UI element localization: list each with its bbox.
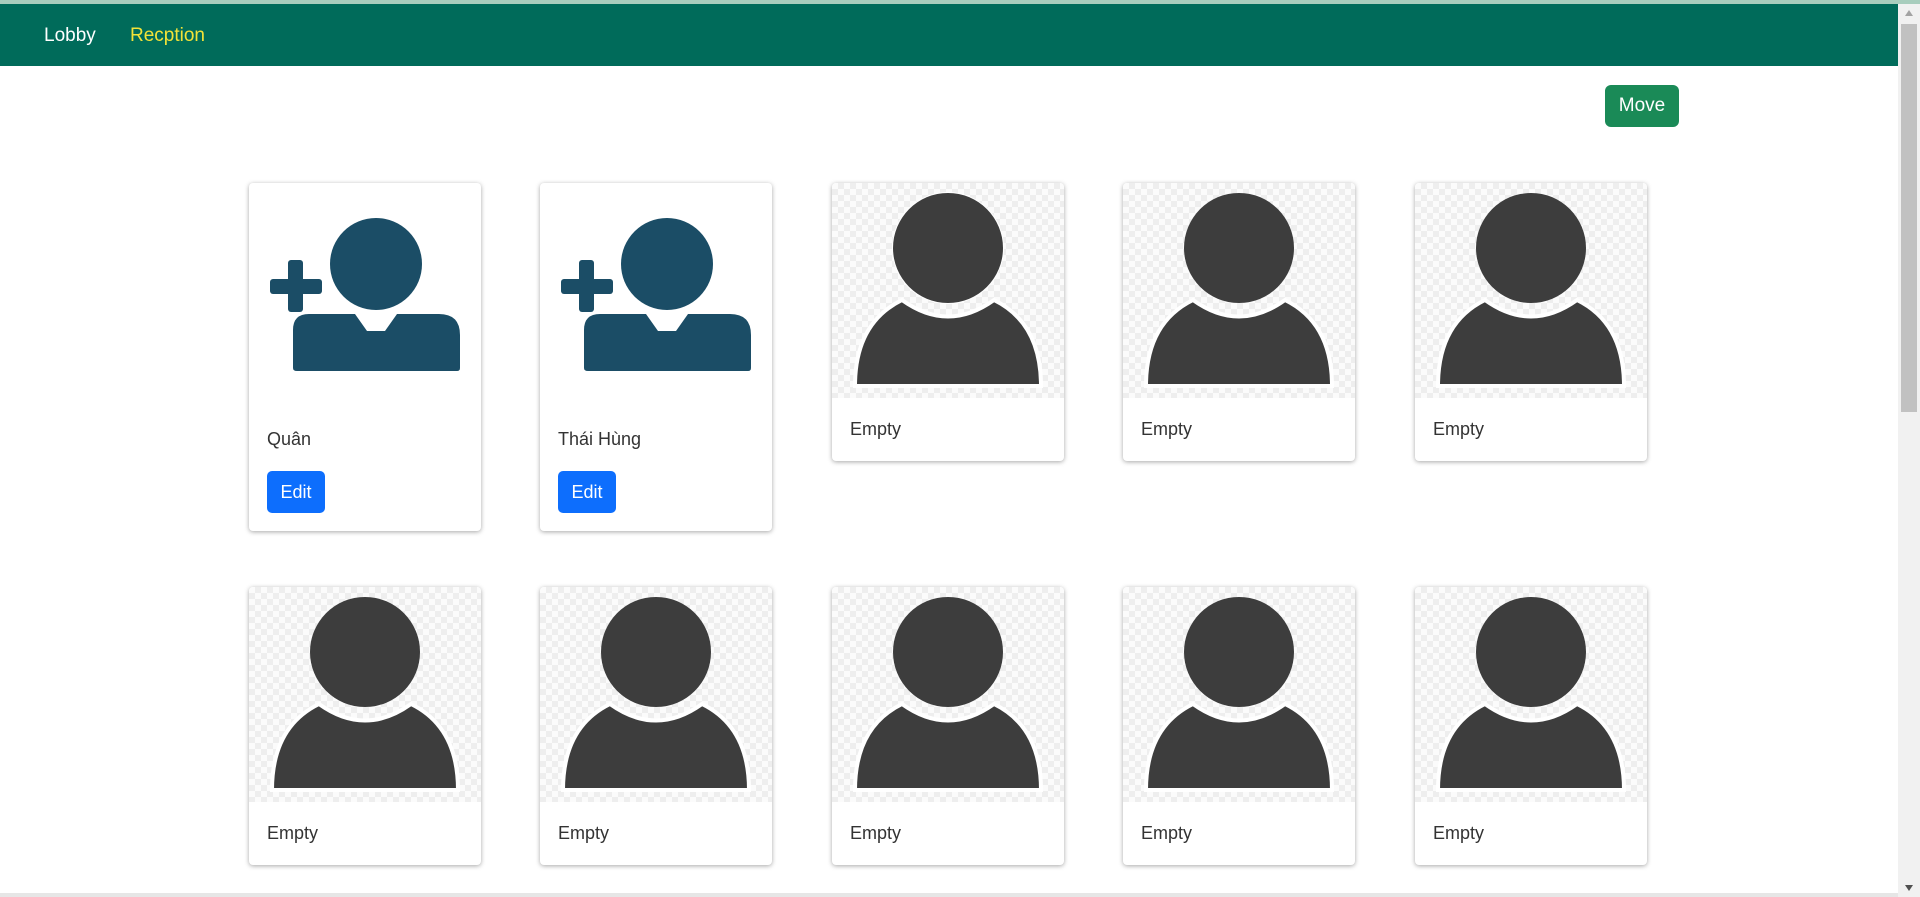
nav-link-lobby[interactable]: Lobby bbox=[44, 25, 96, 47]
room-card[interactable]: Empty bbox=[540, 587, 772, 865]
scroll-up-arrow-icon[interactable] bbox=[1898, 4, 1920, 22]
add-user-icon bbox=[249, 183, 481, 393]
edit-button[interactable]: Edit bbox=[558, 471, 616, 513]
room-card[interactable]: Empty bbox=[249, 587, 481, 865]
room-status-label: Empty bbox=[267, 823, 319, 843]
room-card[interactable]: Empty bbox=[1415, 183, 1647, 461]
room-status-label: Empty bbox=[1141, 419, 1193, 439]
bottom-border bbox=[0, 893, 1898, 897]
move-button[interactable]: Move bbox=[1605, 85, 1679, 127]
room-status-label: Empty bbox=[1141, 823, 1193, 843]
user-placeholder-icon bbox=[832, 183, 1064, 398]
room-status-label: Empty bbox=[850, 823, 902, 843]
add-user-icon bbox=[540, 183, 772, 393]
room-card[interactable]: Empty bbox=[1123, 183, 1355, 461]
scroll-down-arrow-icon[interactable] bbox=[1898, 879, 1920, 897]
room-card[interactable]: Empty bbox=[832, 587, 1064, 865]
room-status-label: Empty bbox=[850, 419, 902, 439]
user-placeholder-icon bbox=[540, 587, 772, 802]
edit-button[interactable]: Edit bbox=[267, 471, 325, 513]
user-placeholder-icon bbox=[1415, 183, 1647, 398]
navbar: Lobby Recption bbox=[0, 4, 1898, 66]
user-placeholder-icon bbox=[1415, 587, 1647, 802]
room-occupant-name: Thái Hùng bbox=[558, 429, 642, 449]
room-status-label: Empty bbox=[558, 823, 610, 843]
room-card[interactable]: Quân Edit bbox=[249, 183, 481, 531]
nav-link-reception[interactable]: Recption bbox=[130, 25, 205, 47]
room-card[interactable]: Empty bbox=[832, 183, 1064, 461]
room-status-label: Empty bbox=[1433, 419, 1485, 439]
user-placeholder-icon bbox=[249, 587, 481, 802]
room-status-label: Empty bbox=[1433, 823, 1485, 843]
room-card[interactable]: Empty bbox=[1415, 587, 1647, 865]
user-placeholder-icon bbox=[1123, 587, 1355, 802]
room-occupant-name: Quân bbox=[267, 429, 312, 449]
vertical-scrollbar[interactable] bbox=[1898, 4, 1920, 897]
room-card[interactable]: Thái Hùng Edit bbox=[540, 183, 772, 531]
user-placeholder-icon bbox=[832, 587, 1064, 802]
scrollbar-thumb[interactable] bbox=[1901, 24, 1917, 412]
room-card[interactable]: Empty bbox=[1123, 587, 1355, 865]
user-placeholder-icon bbox=[1123, 183, 1355, 398]
